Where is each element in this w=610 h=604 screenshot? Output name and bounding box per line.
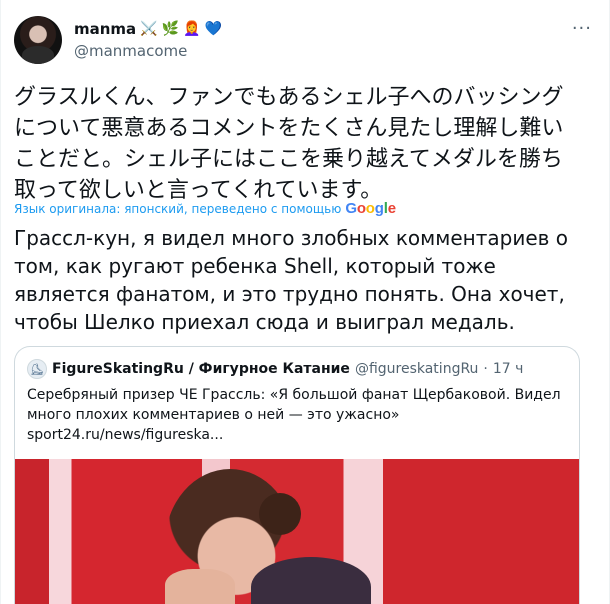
translated-tweet-text: Грассл-кун, я видел много злобных коммен… xyxy=(14,226,569,334)
quoted-avatar-icon[interactable]: ⛸ xyxy=(27,359,47,379)
name-row: manma ⚔️ 🌿 👩‍🦰 💙 xyxy=(74,20,222,38)
quoted-text-body: Серебряный призер ЧЕ Грассль: «Я большой… xyxy=(27,387,561,423)
quoted-handle[interactable]: @figureskatingRu xyxy=(355,361,478,377)
skater-hair-bun xyxy=(259,493,301,535)
quoted-tweet-card[interactable]: ⛸ FigureSkatingRu / Фигурное Катание @fi… xyxy=(14,346,580,604)
avatar[interactable] xyxy=(14,16,62,64)
more-dots-icon[interactable]: ··· xyxy=(572,18,592,39)
herb-emoji-icon: 🌿 xyxy=(161,21,180,37)
handle[interactable]: @manmacome xyxy=(74,42,187,60)
quoted-tweet-header: ⛸ FigureSkatingRu / Фигурное Катание @fi… xyxy=(27,359,523,379)
original-tweet-text: グラスルくん、ファンでもあるシェル子へのバッシングについて悪意あるコメントをたく… xyxy=(14,85,564,203)
skater-hands xyxy=(165,569,235,604)
google-logo: Google xyxy=(345,200,396,217)
quoted-time[interactable]: 17 ч xyxy=(493,361,524,377)
quoted-tweet-text: Серебряный призер ЧЕ Грассль: «Я большой… xyxy=(27,385,563,445)
woman-emoji-icon: 👩‍🦰 xyxy=(183,21,201,37)
translation-note-text: Язык оригинала: японский, переведено с п… xyxy=(14,201,342,216)
quoted-display-name[interactable]: FigureSkatingRu / Фигурное Катание xyxy=(52,361,350,377)
tweet-header: manma ⚔️ 🌿 👩‍🦰 💙 @manmacome ··· xyxy=(14,12,596,64)
quoted-media-image[interactable] xyxy=(15,459,579,604)
display-name[interactable]: manma xyxy=(74,20,136,38)
left-border xyxy=(0,0,1,604)
crossed-swords-emoji-icon: ⚔️ xyxy=(140,21,158,37)
quoted-link[interactable]: sport24.ru/news/figureska... xyxy=(27,425,563,445)
separator-dot: · xyxy=(483,361,488,377)
blue-heart-emoji-icon: 💙 xyxy=(204,21,222,37)
translation-note: Язык оригинала: японский, переведено с п… xyxy=(14,200,396,217)
